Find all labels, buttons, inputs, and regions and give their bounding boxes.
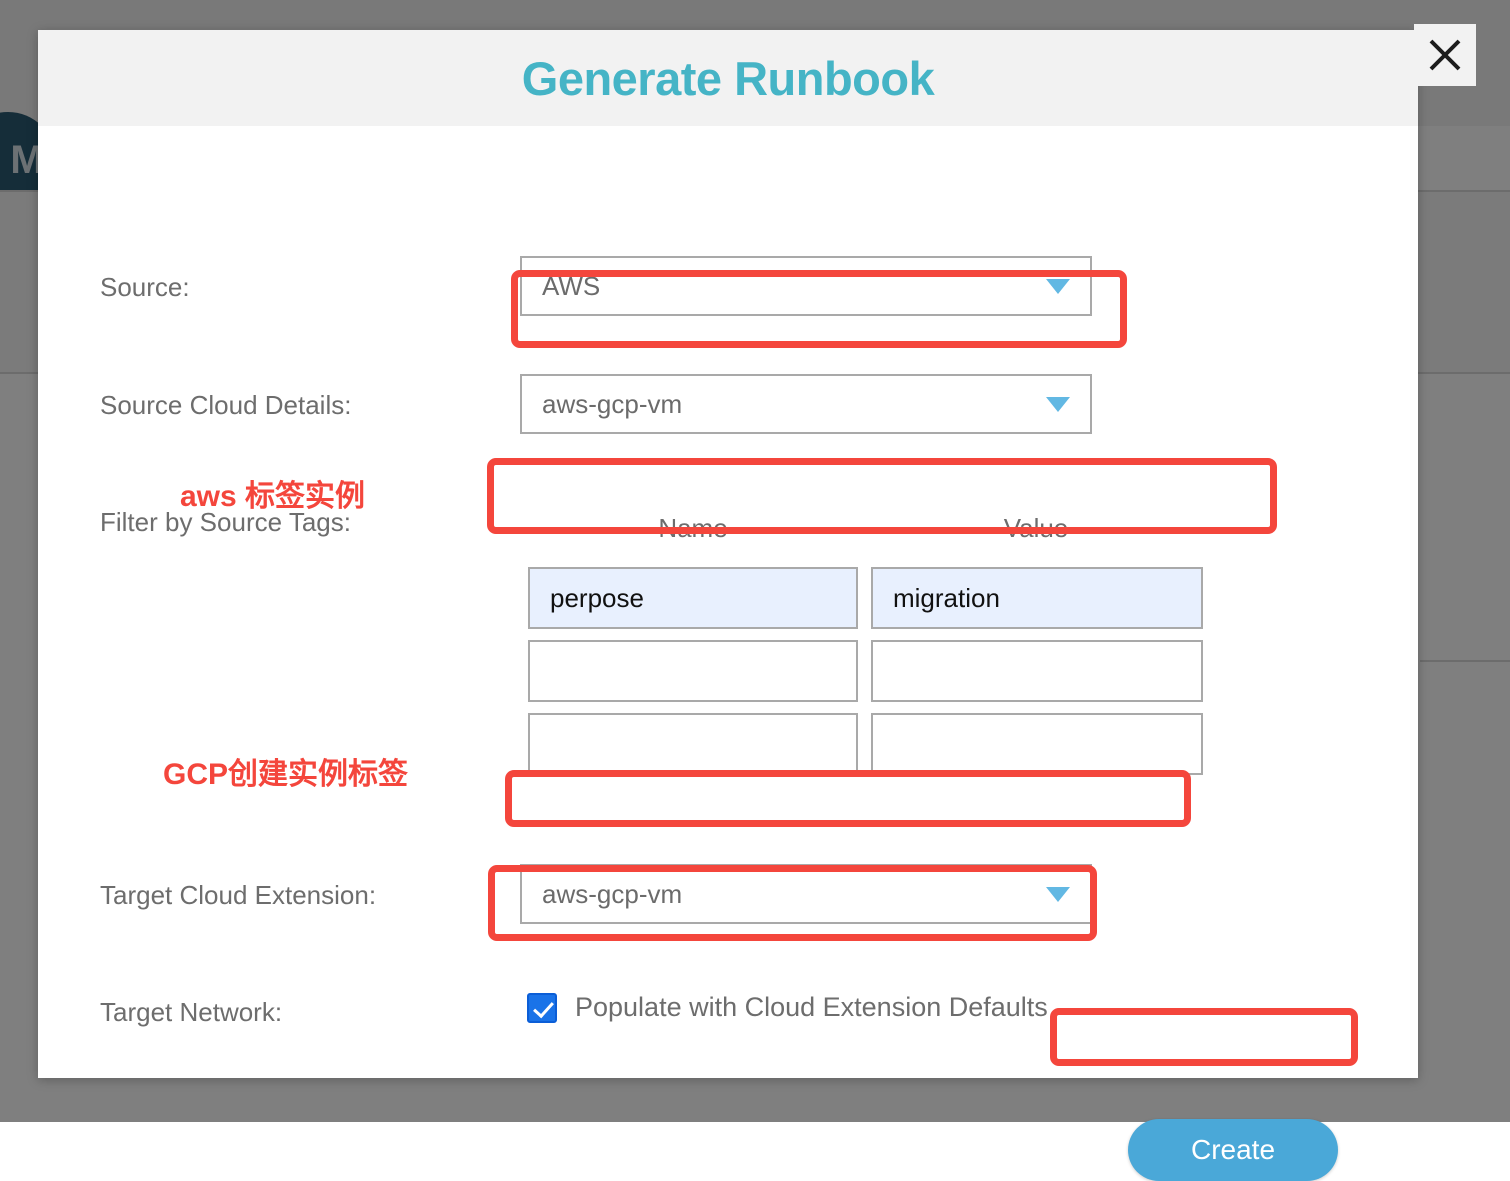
dialog-body: Source: AWS Source Cloud Details: aws-gc… bbox=[38, 126, 1418, 1078]
tag-value-input-0[interactable]: migration bbox=[871, 567, 1203, 629]
chevron-down-icon bbox=[1046, 397, 1070, 412]
annotation-text-aws-tags: aws 标签实例 bbox=[180, 471, 365, 515]
populate-defaults-checkbox[interactable] bbox=[527, 993, 557, 1023]
source-select-value: AWS bbox=[542, 271, 1046, 302]
target-cloud-extension-value: aws-gcp-vm bbox=[542, 879, 1046, 910]
tag-value-column-header: Value bbox=[871, 513, 1201, 544]
tag-name-input-2[interactable] bbox=[528, 713, 858, 775]
target-network-label: Target Network: bbox=[100, 997, 282, 1028]
source-select[interactable]: AWS bbox=[520, 256, 1092, 316]
tag-value-input-2[interactable] bbox=[871, 713, 1203, 775]
source-label: Source: bbox=[100, 272, 190, 303]
target-cloud-extension-label: Target Cloud Extension: bbox=[100, 880, 376, 911]
chevron-down-icon bbox=[1046, 279, 1070, 294]
annotation-text-gcp-tags: GCP创建实例标签 bbox=[163, 749, 408, 793]
populate-defaults-label: Populate with Cloud Extension Defaults bbox=[575, 992, 1048, 1023]
source-cloud-details-select[interactable]: aws-gcp-vm bbox=[520, 374, 1092, 434]
close-button[interactable] bbox=[1414, 24, 1476, 86]
source-cloud-details-value: aws-gcp-vm bbox=[542, 389, 1046, 420]
tag-name-input-1[interactable] bbox=[528, 640, 858, 702]
dialog-header: Generate Runbook bbox=[38, 30, 1418, 126]
target-cloud-extension-select[interactable]: aws-gcp-vm bbox=[520, 864, 1092, 924]
page-title: Generate Runbook bbox=[522, 51, 934, 106]
source-cloud-details-label: Source Cloud Details: bbox=[100, 390, 351, 421]
close-icon bbox=[1425, 35, 1465, 75]
create-button[interactable]: Create bbox=[1128, 1119, 1338, 1181]
generate-runbook-dialog: Generate Runbook Source: AWS Source Clou… bbox=[38, 30, 1418, 1078]
tag-name-column-header: Name bbox=[528, 513, 858, 544]
chevron-down-icon bbox=[1046, 887, 1070, 902]
tag-value-input-1[interactable] bbox=[871, 640, 1203, 702]
populate-defaults-checkbox-row[interactable]: Populate with Cloud Extension Defaults bbox=[527, 992, 1048, 1023]
tag-name-input-0[interactable]: perpose bbox=[528, 567, 858, 629]
